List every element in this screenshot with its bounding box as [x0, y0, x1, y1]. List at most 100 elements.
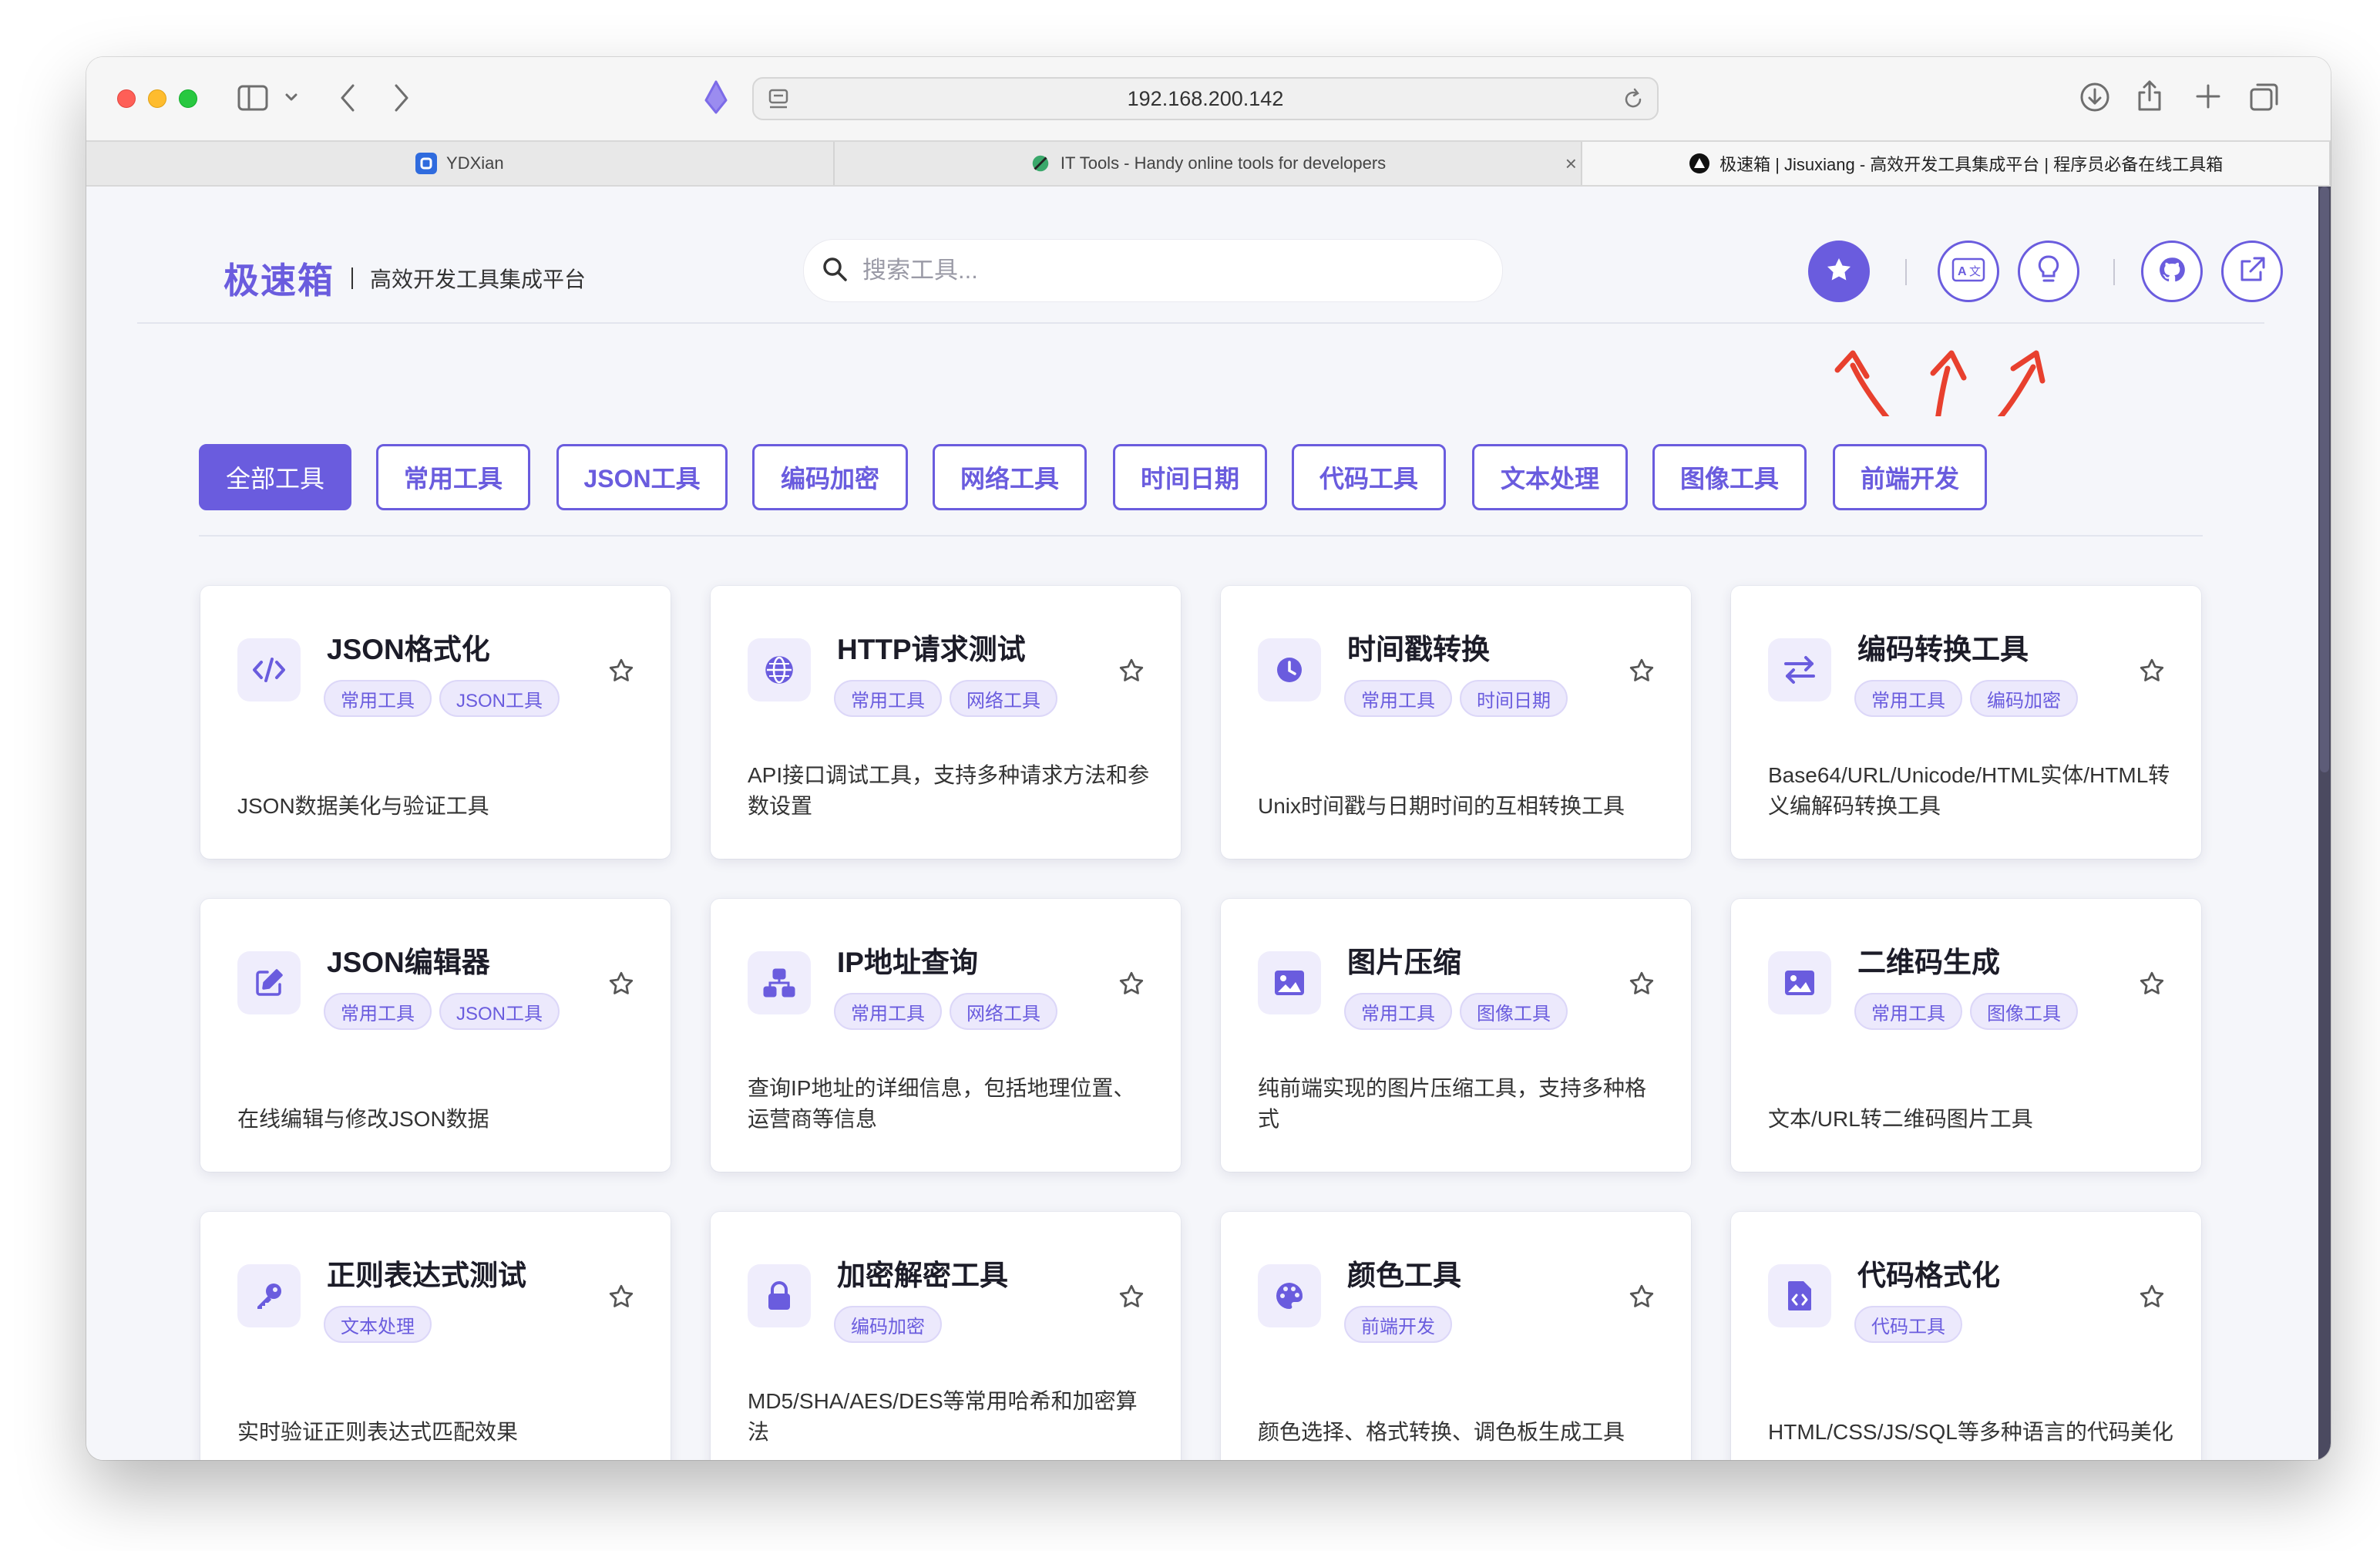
tool-card[interactable]: JSON格式化 常用工具 JSON工具 JSON数据美化与验证工具 [200, 586, 671, 859]
tool-tag[interactable]: JSON工具 [439, 680, 560, 717]
tool-tags: 文本处理 [324, 1306, 432, 1343]
category-encoding[interactable]: 编码加密 [752, 444, 908, 510]
tab-jisuxiang[interactable]: 极速箱 | Jisuxiang - 高效开发工具集成平台 | 程序员必备在线工具… [1582, 142, 2331, 185]
tool-tag[interactable]: 常用工具 [324, 993, 432, 1030]
tool-tag[interactable]: 编码加密 [1970, 680, 2078, 717]
star-icon[interactable] [607, 1283, 635, 1314]
tool-card[interactable]: 时间戳转换 常用工具 时间日期 Unix时间戳与日期时间的互相转换工具 [1221, 586, 1691, 859]
tool-tag[interactable]: 图像工具 [1460, 993, 1568, 1030]
category-json[interactable]: JSON工具 [556, 444, 728, 510]
tool-tag[interactable]: 常用工具 [834, 993, 942, 1030]
tool-card[interactable]: IP地址查询 常用工具 网络工具 查询IP地址的详细信息，包括地理位置、运营商等… [711, 899, 1181, 1172]
tool-tag[interactable]: 编码加密 [834, 1306, 942, 1343]
brand-divider [351, 267, 353, 289]
page-content: 极速箱 高效开发工具集成平台 A文 [86, 187, 2331, 1460]
category-common[interactable]: 常用工具 [376, 444, 530, 510]
tool-description: 文本/URL转二维码图片工具 [1768, 1107, 2033, 1131]
category-frontend[interactable]: 前端开发 [1833, 444, 1987, 510]
tool-card[interactable]: 加密解密工具 编码加密 MD5/SHA/AES/DES等常用哈希和加密算法 [711, 1212, 1181, 1460]
tool-title: IP地址查询 [837, 947, 978, 978]
tips-button[interactable] [2018, 241, 2079, 302]
tool-tag[interactable]: 前端开发 [1344, 1306, 1452, 1343]
minimize-window-button[interactable] [148, 89, 166, 108]
tool-tag[interactable]: 文本处理 [324, 1306, 432, 1343]
tool-tag[interactable]: 网络工具 [950, 993, 1057, 1030]
star-icon[interactable] [1118, 1283, 1145, 1314]
tool-title: JSON编辑器 [327, 947, 490, 978]
tool-tag[interactable]: 时间日期 [1460, 680, 1568, 717]
tab-bar: YDXian IT Tools - Handy online tools for… [86, 140, 2331, 187]
close-tab-icon[interactable]: × [1559, 152, 1582, 176]
browser-window: 192.168.200.142 YDXian IT Tools - Handy … [86, 57, 2331, 1460]
tool-tag[interactable]: 常用工具 [1854, 993, 1962, 1030]
tool-card[interactable]: JSON编辑器 常用工具 JSON工具 在线编辑与修改JSON数据 [200, 899, 671, 1172]
tool-tag[interactable]: 图像工具 [1970, 993, 2078, 1030]
category-datetime[interactable]: 时间日期 [1113, 444, 1267, 510]
close-window-button[interactable] [117, 89, 136, 108]
search-box[interactable] [803, 239, 1503, 302]
share-icon[interactable] [2136, 79, 2163, 113]
zoom-window-button[interactable] [179, 89, 197, 108]
category-network[interactable]: 网络工具 [933, 444, 1087, 510]
language-button[interactable]: A文 [1938, 241, 1999, 302]
category-image[interactable]: 图像工具 [1652, 444, 1807, 510]
star-icon[interactable] [1628, 970, 1656, 1001]
star-icon[interactable] [1118, 657, 1145, 688]
extension-icon[interactable] [703, 80, 729, 114]
open-external-button[interactable] [2221, 241, 2283, 302]
tab-overview-icon[interactable] [2249, 82, 2280, 113]
github-button[interactable] [2141, 241, 2203, 302]
star-icon[interactable] [2138, 970, 2166, 1001]
tool-title: 颜色工具 [1347, 1260, 1461, 1291]
address-bar[interactable]: 192.168.200.142 [752, 77, 1659, 120]
category-text[interactable]: 文本处理 [1472, 444, 1628, 510]
star-icon[interactable] [1118, 970, 1145, 1001]
search-input[interactable] [862, 257, 1464, 284]
favorites-button[interactable] [1808, 241, 1870, 302]
brand[interactable]: 极速箱 高效开发工具集成平台 [224, 253, 586, 304]
tool-card[interactable]: 图片压缩 常用工具 图像工具 纯前端实现的图片压缩工具，支持多种格式 [1221, 899, 1691, 1172]
tool-card[interactable]: 二维码生成 常用工具 图像工具 文本/URL转二维码图片工具 [1731, 899, 2201, 1172]
tool-description: HTML/CSS/JS/SQL等多种语言的代码美化 [1768, 1420, 2173, 1444]
reload-icon[interactable] [1622, 88, 1645, 116]
scrollbar-thumb[interactable] [2320, 187, 2329, 772]
tool-tags: 常用工具 网络工具 [834, 680, 1057, 717]
external-link-icon [2237, 255, 2267, 288]
star-icon[interactable] [1628, 1283, 1656, 1314]
category-all[interactable]: 全部工具 [199, 444, 351, 510]
tool-tag[interactable]: 网络工具 [950, 680, 1057, 717]
tool-description: Base64/URL/Unicode/HTML实体/HTML转义编解码转换工具 [1768, 763, 2170, 818]
download-icon[interactable] [2079, 82, 2110, 113]
star-icon[interactable] [2138, 657, 2166, 688]
tool-tag[interactable]: 常用工具 [1344, 993, 1452, 1030]
star-icon[interactable] [607, 657, 635, 688]
tool-title: 时间戳转换 [1347, 634, 1490, 665]
tool-card[interactable]: 代码格式化 代码工具 HTML/CSS/JS/SQL等多种语言的代码美化 [1731, 1212, 2201, 1460]
tool-card[interactable]: 正则表达式测试 文本处理 实时验证正则表达式匹配效果 [200, 1212, 671, 1460]
forward-icon[interactable] [393, 83, 410, 113]
tool-description: 实时验证正则表达式匹配效果 [237, 1420, 519, 1444]
star-icon[interactable] [1628, 657, 1656, 688]
tool-tag[interactable]: 常用工具 [324, 680, 432, 717]
tool-card[interactable]: 颜色工具 前端开发 颜色选择、格式转换、调色板生成工具 [1221, 1212, 1691, 1460]
github-icon [2158, 256, 2186, 288]
chevron-down-icon[interactable] [285, 93, 298, 102]
star-icon[interactable] [607, 970, 635, 1001]
tool-tag[interactable]: 常用工具 [834, 680, 942, 717]
tool-tag[interactable]: 常用工具 [1854, 680, 1962, 717]
tool-description: 颜色选择、格式转换、调色板生成工具 [1258, 1420, 1625, 1444]
tool-tag[interactable]: JSON工具 [439, 993, 560, 1030]
page-scrollbar[interactable] [2318, 187, 2331, 1460]
tool-tag[interactable]: 代码工具 [1854, 1306, 1962, 1343]
page-settings-icon[interactable] [768, 88, 789, 116]
sidebar-toggle-icon[interactable] [237, 85, 268, 111]
category-code[interactable]: 代码工具 [1292, 444, 1446, 510]
new-tab-icon[interactable] [2195, 83, 2221, 109]
tool-tag[interactable]: 常用工具 [1344, 680, 1452, 717]
tool-card[interactable]: 编码转换工具 常用工具 编码加密 Base64/URL/Unicode/HTML… [1731, 586, 2201, 859]
tool-card[interactable]: HTTP请求测试 常用工具 网络工具 API接口调试工具，支持多种请求方法和参数… [711, 586, 1181, 859]
tab-ydxian[interactable]: YDXian [86, 142, 835, 185]
star-icon[interactable] [2138, 1283, 2166, 1314]
back-icon[interactable] [339, 83, 356, 113]
tab-it-tools[interactable]: IT Tools - Handy online tools for develo… [835, 142, 1583, 185]
